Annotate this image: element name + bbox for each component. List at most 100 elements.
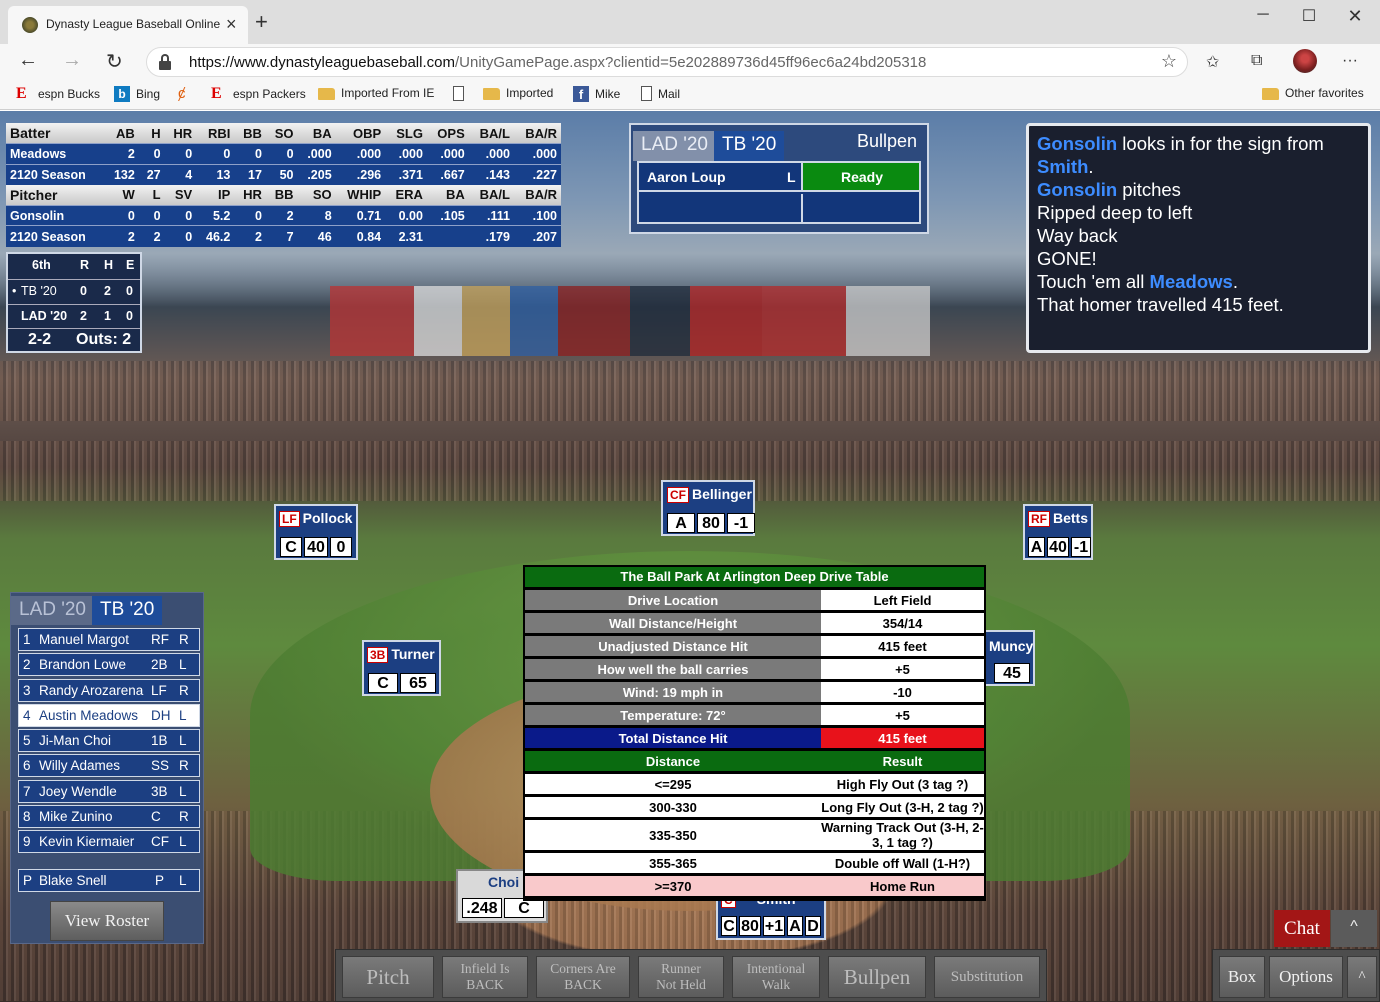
close-tab-icon[interactable]: × <box>226 14 237 35</box>
drive-table-title: The Ball Park At Arlington Deep Drive Ta… <box>525 567 984 587</box>
factor-value: Left Field <box>821 590 984 610</box>
chat-expand-icon[interactable]: ^ <box>1331 910 1377 947</box>
pitch-button[interactable]: Pitch <box>342 956 434 998</box>
box-button[interactable]: Box <box>1219 956 1265 998</box>
fielder-lf[interactable]: LF Pollock C 40 0 <box>274 504 358 560</box>
intentional-walk-button[interactable]: Intentional Walk <box>732 956 820 998</box>
favorite-espn-packers[interactable]: Eespn Packers <box>211 86 306 102</box>
stat-cell: 0 <box>164 204 197 226</box>
rating: A <box>1028 537 1045 557</box>
position-badge: CF <box>667 487 689 503</box>
collections-icon[interactable]: ⧉ <box>1251 52 1262 70</box>
lineup-tab-lad[interactable]: LAD '20 <box>11 596 95 625</box>
rating: 40 <box>1047 537 1069 557</box>
favorite-imported[interactable]: Imported <box>483 86 553 100</box>
batter-name: Choi <box>488 874 520 890</box>
menu-caret-icon[interactable]: ^ <box>1347 956 1377 998</box>
runner-not-held-button[interactable]: Runner Not Held <box>638 956 724 998</box>
lineup-item[interactable]: 7 Joey Wendle 3B L <box>18 779 200 803</box>
stat-cell: ERA <box>385 184 427 206</box>
stat-cell: .111 <box>468 204 514 226</box>
new-tab-icon[interactable]: + <box>255 9 268 35</box>
lineup-item[interactable]: 3 Randy Arozarena LF R <box>18 678 200 702</box>
result-distance: 335-350 <box>525 820 821 850</box>
favorite-espn-bucks[interactable]: Eespn Bucks <box>16 86 100 102</box>
forward-icon[interactable]: → <box>62 49 82 72</box>
options-button[interactable]: Options <box>1269 956 1343 998</box>
bullpen-tab-tb[interactable]: TB '20 <box>714 131 785 161</box>
profile-avatar[interactable] <box>1293 49 1317 73</box>
stat-cell: 17 <box>234 163 266 185</box>
refresh-icon[interactable]: ↻ <box>106 49 123 74</box>
infield-back-button[interactable]: Infield Is BACK <box>442 956 528 998</box>
stat-cell: .296 <box>335 163 386 185</box>
fielder-1b[interactable]: Muncy 45 <box>984 630 1035 686</box>
bullpen-row[interactable]: Aaron Loup L Ready <box>639 163 919 192</box>
url-input[interactable]: https://www.dynastyleaguebaseball.com/Un… <box>146 47 1188 77</box>
swirl-icon: ȼ <box>178 85 186 102</box>
stat-cell: 7 <box>265 225 298 247</box>
favorite-page[interactable] <box>453 86 464 101</box>
fielder-cf[interactable]: CF Bellinger A 80 -1 <box>661 480 755 536</box>
lineup-pos: 3B <box>151 783 168 799</box>
lineup-name: Ji-Man Choi <box>39 733 112 749</box>
view-roster-button[interactable]: View Roster <box>50 901 164 941</box>
lineup-pitcher[interactable]: P Blake Snell P L <box>18 869 200 892</box>
fielder-3b[interactable]: 3B Turner C 65 <box>362 640 441 696</box>
close-window-icon[interactable]: ✕ <box>1332 6 1378 27</box>
more-menu-icon[interactable]: ··· <box>1342 52 1358 70</box>
substitution-button[interactable]: Substitution <box>934 956 1040 998</box>
lineup-item[interactable]: 5 Ji-Man Choi 1B L <box>18 729 200 753</box>
drive-factor-row: How well the ball carries +5 <box>525 659 984 679</box>
favorite-swirl[interactable]: ȼ <box>178 86 194 102</box>
away-hits: 2 <box>104 284 111 298</box>
browser-tab-strip: Dynasty League Baseball Online × + ─ ☐ ✕ <box>0 0 1380 44</box>
stat-cell: BA <box>426 184 469 206</box>
reliever-name: Aaron Loup <box>647 169 726 185</box>
lineup-pos: 1B <box>151 733 168 749</box>
lineup-item[interactable]: 4 Austin Meadows DH L <box>18 703 200 727</box>
maximize-icon[interactable]: ☐ <box>1286 6 1332 26</box>
fielder-name: Turner <box>391 646 435 662</box>
lineup-item[interactable]: 1 Manuel Margot RF R <box>18 628 200 651</box>
favorite-star-icon[interactable]: ☆ <box>1161 51 1177 72</box>
lineup-tab-tb[interactable]: TB '20 <box>92 596 163 625</box>
facebook-icon: f <box>573 86 589 102</box>
page-icon <box>453 86 464 101</box>
pbp-line: Touch 'em all Meadows. <box>1037 271 1238 292</box>
rating: D <box>805 916 821 936</box>
favorite-imported-from-ie[interactable]: Imported From IE <box>318 86 434 100</box>
game-canvas: Batter AB H HR RBI BB SO BA OBP SLG OPS BA/L BA/R Mea… <box>0 111 1380 1002</box>
corners-back-button[interactable]: Corners Are BACK <box>536 956 630 998</box>
fielder-rf[interactable]: RF Betts A 40 -1 <box>1023 504 1093 560</box>
bullpen-button[interactable]: Bullpen <box>828 956 926 998</box>
favorite-mail[interactable]: Mail <box>641 86 680 101</box>
url-domain: https://www.dynastyleaguebaseball.com <box>189 54 455 71</box>
stat-cell: OBP <box>335 123 386 144</box>
bullpen-tab-lad[interactable]: LAD '20 <box>633 131 717 161</box>
stat-cell: SV <box>164 184 197 206</box>
lineup-pos: LF <box>151 682 167 698</box>
factor-label: Unadjusted Distance Hit <box>525 636 821 656</box>
stat-cell: 0.71 <box>335 204 386 226</box>
favorites-list-icon[interactable]: ✩ <box>1206 52 1219 72</box>
other-favorites[interactable]: Other favorites <box>1262 86 1364 100</box>
stat-cell: BA/R <box>513 123 561 144</box>
back-icon[interactable]: ← <box>18 49 38 72</box>
pbp-line: Smith. <box>1037 156 1094 177</box>
minimize-icon[interactable]: ─ <box>1240 6 1286 24</box>
stat-cell: .227 <box>513 163 561 185</box>
result-header-row: Distance Result <box>525 751 984 771</box>
stat-cell: 0 <box>164 225 197 247</box>
chat-button[interactable]: Chat <box>1274 910 1330 947</box>
favorite-mike[interactable]: f Mike <box>573 86 620 102</box>
favorite-bing[interactable]: b Bing <box>114 86 160 102</box>
lineup-item[interactable]: 8 Mike Zunino C R <box>18 805 200 829</box>
stat-cell: 0 <box>138 204 165 226</box>
lineup-item[interactable]: 2 Brandon Lowe 2B L <box>18 653 200 677</box>
lineup-item[interactable]: 9 Kevin Kiermaier CF L <box>18 830 200 854</box>
browser-tab[interactable]: Dynasty League Baseball Online × <box>8 6 248 44</box>
reliever-status: Ready <box>801 163 919 190</box>
factor-value: -10 <box>821 682 984 702</box>
lineup-item[interactable]: 6 Willy Adames SS R <box>18 754 200 778</box>
